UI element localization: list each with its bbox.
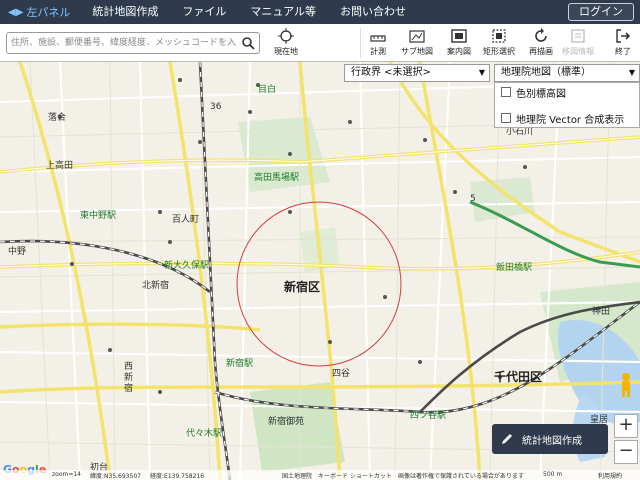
label-shinjuku-st: 新宿駅 (226, 359, 254, 369)
elevation-label: 色別標高図 (516, 88, 566, 100)
scale-bar: 500 m (543, 471, 563, 478)
sub-map-tool[interactable]: サブ地図 (398, 26, 436, 60)
left-panel-toggle[interactable]: ◀▶ 左パネル (0, 0, 80, 24)
menu-file[interactable]: ファイル (170, 0, 238, 24)
label-chiyoda-ku: 千代田区 (494, 370, 543, 384)
pegman-icon[interactable] (616, 372, 636, 398)
panel-arrows-icon: ◀▶ (8, 6, 24, 18)
app-root: ◀▶ 左パネル 統計地図作成 ファイル マニュアル等 お問い合わせ ログイン 現… (0, 0, 640, 480)
menu-contact[interactable]: お問い合わせ (328, 0, 418, 24)
label-yotsuya: 四ツ谷駅 (410, 411, 447, 421)
zoom-level: zoom=14 (52, 471, 81, 478)
guide-map-tool[interactable]: 案内図 (444, 26, 474, 60)
redraw-tool[interactable]: 再描画 (526, 26, 556, 60)
base-map-dropdown[interactable]: 地理院地図（標準） ▼ (494, 64, 640, 82)
label-ochiai: 落合 (48, 113, 67, 123)
exit-label: 終了 (615, 47, 631, 56)
layer-panel: 色別標高図 地理院 Vector 合成表示 (494, 82, 640, 128)
chevron-down-icon: ▼ (478, 68, 485, 77)
measure-tool[interactable]: 計測 (364, 26, 392, 60)
crosshair-icon (278, 28, 294, 44)
base-map-value: 地理院地図（標準） (501, 67, 591, 78)
current-location-label: 現在地 (274, 47, 298, 56)
refresh-icon (535, 28, 547, 42)
zoom-out-button[interactable]: − (614, 440, 638, 464)
label-iidabashi: 飯田橋駅 (496, 263, 533, 273)
label-higashi-nakano: 東中野駅 (80, 211, 117, 221)
status-bar: zoom=14 緯度:N35.693507 経度:E139.758216 国土地… (0, 470, 640, 480)
layer-vector[interactable]: 地理院 Vector 合成表示 (495, 109, 639, 127)
attribution: 国土地理院 (282, 473, 313, 480)
redraw-label: 再描画 (529, 47, 553, 56)
window-icon (451, 29, 467, 43)
label-hyakunin: 百人町 (172, 215, 200, 225)
create-stat-map-button[interactable]: 統計地図作成 (492, 424, 608, 454)
pencil-icon (502, 434, 512, 444)
toolbar: 現在地 計測 サブ地図 案内図 矩形選択 再描画 移図情報 終了 (0, 24, 640, 62)
rect-select-tool[interactable]: 矩形選択 (480, 26, 518, 60)
admin-boundary-dropdown[interactable]: 行政界 <未選択> ▼ (344, 64, 490, 82)
elevation-checkbox[interactable] (501, 87, 511, 97)
vector-label: 地理院 Vector 合成表示 (516, 114, 625, 126)
search-input[interactable] (11, 35, 237, 51)
terms-link[interactable]: 利用規約 (598, 471, 622, 480)
label-shinjuku-gyoen: 新宿御苑 (268, 417, 305, 427)
label-shin-okubo: 新大久保駅 (164, 261, 210, 271)
longitude-readout: 経度:E139.758216 (150, 473, 205, 480)
search-icon[interactable] (241, 36, 255, 50)
left-panel-label: 左パネル (26, 6, 71, 19)
layer-elevation[interactable]: 色別標高図 (495, 83, 639, 101)
label-shinjuku-ku: 新宿区 (284, 280, 321, 294)
exit-icon (616, 29, 631, 43)
info-layer-icon (571, 29, 585, 43)
search-box (6, 32, 260, 54)
label-mejiro: 目白 (258, 85, 277, 95)
label-yoyogi: 代々木駅 (186, 429, 223, 439)
ruler-icon (370, 35, 386, 42)
top-menu-bar: ◀▶ 左パネル 統計地図作成 ファイル マニュアル等 お問い合わせ ログイン (0, 0, 640, 24)
label-kitashinjuku: 北新宿 (142, 281, 170, 291)
zoom-in-button[interactable]: + (614, 414, 638, 438)
measure-label: 計測 (370, 47, 386, 56)
label-yotsuya2: 四谷 (332, 369, 351, 379)
latitude-readout: 緯度:N35.693507 (90, 473, 141, 480)
vector-checkbox[interactable] (501, 113, 511, 123)
select-rect-icon (492, 29, 506, 43)
copyright-note: 画像は著作権で保護されている場合があります (398, 473, 524, 480)
chevron-down-icon: ▼ (628, 68, 635, 77)
label-nishishinjuku: 西新宿 (124, 362, 134, 394)
info-clear-tool: 移図情報 (560, 26, 596, 60)
admin-boundary-value: 行政界 <未選択> (351, 67, 431, 78)
create-stat-map-label: 統計地図作成 (522, 435, 582, 447)
menu-manual[interactable]: マニュアル等 (238, 0, 328, 24)
label-kamitakada: 上高田 (46, 161, 74, 171)
rect-select-label: 矩形選択 (483, 47, 515, 56)
login-button[interactable]: ログイン (568, 3, 634, 21)
label-kanda: 神田 (592, 307, 611, 317)
menu-stat-map[interactable]: 統計地図作成 (80, 0, 170, 24)
guide-map-label: 案内図 (447, 47, 471, 56)
sub-map-label: サブ地図 (401, 47, 433, 56)
label-route36: 36 (210, 102, 222, 112)
keyboard-shortcuts-link[interactable]: キーボード ショートカット (318, 471, 392, 480)
toolbar-divider (360, 28, 361, 58)
map-pin-icon (409, 30, 425, 43)
info-clear-label: 移図情報 (562, 47, 594, 56)
label-nakano: 中野 (8, 247, 27, 257)
label-route5: 5 (470, 194, 476, 204)
label-takadanobaba: 高田馬場駅 (254, 173, 300, 183)
exit-tool[interactable]: 終了 (610, 26, 636, 60)
current-location-tool[interactable]: 現在地 (270, 26, 302, 60)
